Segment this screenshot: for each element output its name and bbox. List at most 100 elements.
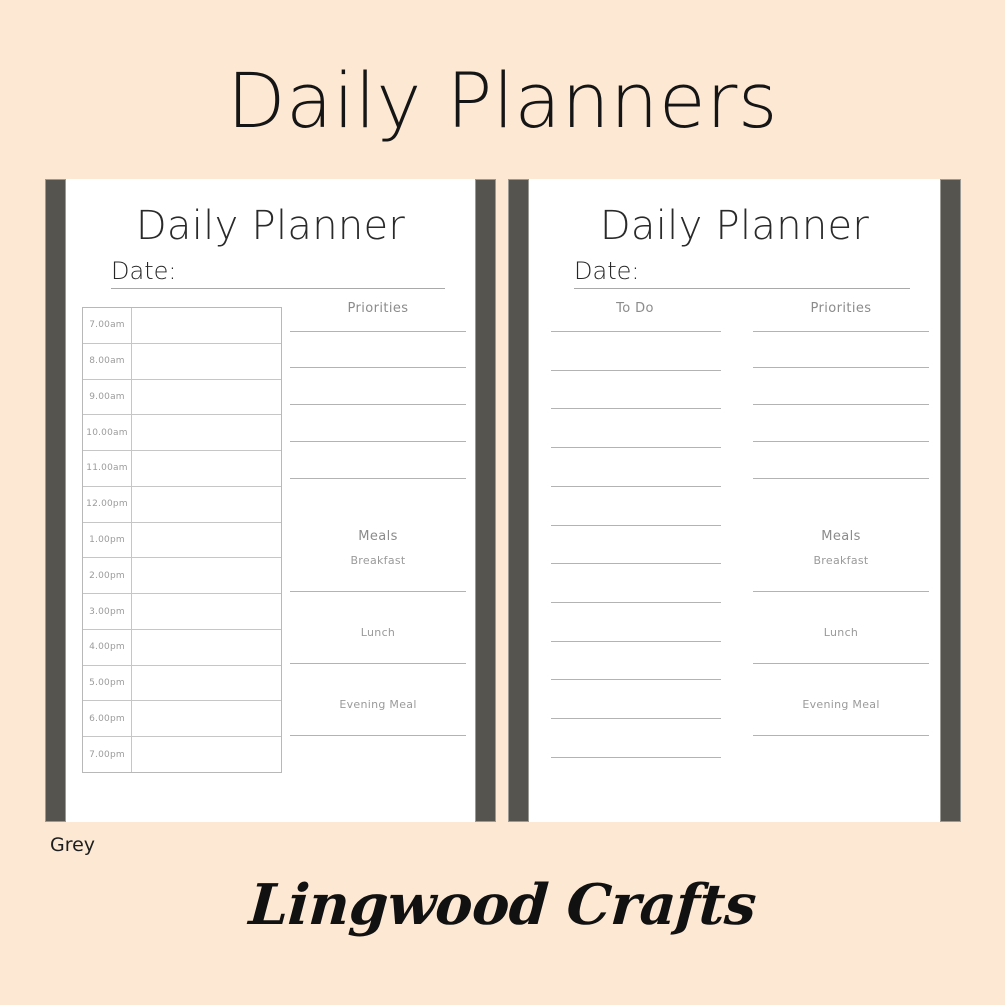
schedule-row: 7.00pm — [83, 737, 281, 772]
right-todo-line[interactable] — [551, 563, 721, 565]
schedule-time-label: 7.00pm — [83, 737, 132, 772]
left-meal-line-lunch[interactable] — [290, 663, 466, 664]
schedule-entry-cell[interactable] — [132, 737, 281, 772]
brand-logo: Lingwood Crafts — [246, 872, 759, 938]
left-meal-line-evening-meal[interactable] — [290, 735, 466, 736]
schedule-entry-cell[interactable] — [132, 380, 281, 415]
left-meals-heading: Meals — [358, 529, 398, 544]
right-todo-line[interactable] — [551, 679, 721, 681]
right-todo-line[interactable] — [551, 640, 721, 642]
right-meal-label-breakfast: Breakfast — [813, 554, 869, 567]
right-todo-line[interactable] — [551, 485, 721, 487]
left-priorities-line[interactable] — [290, 478, 466, 479]
right-meal-line-breakfast[interactable] — [753, 591, 929, 592]
page-title: Daily Planners — [227, 56, 778, 145]
schedule-row: 5.00pm — [83, 665, 281, 702]
schedule-time-label: 11.00am — [83, 451, 132, 486]
right-priorities-line[interactable] — [753, 441, 929, 442]
schedule-time-label: 9.00am — [83, 379, 132, 415]
right-date-line — [574, 288, 910, 289]
right-todo-line[interactable] — [551, 756, 721, 758]
right-priorities-line[interactable] — [753, 367, 929, 368]
schedule-entry-cell[interactable] — [132, 594, 281, 629]
schedule-row: 1.00pm — [83, 522, 281, 559]
schedule-row: 6.00pm — [83, 701, 281, 738]
schedule-row: 8.00am — [83, 343, 281, 380]
schedule-entry-cell[interactable] — [132, 701, 281, 736]
right-meals-heading: Meals — [821, 529, 861, 544]
left-date-line — [111, 288, 445, 289]
schedule-entry-cell[interactable] — [132, 415, 281, 450]
right-todo-line[interactable] — [551, 408, 721, 410]
right-todo-line[interactable] — [551, 718, 721, 719]
schedule-row: 11.00am — [83, 451, 281, 487]
right-page-content: Daily Planner Date: To Do Priorities Meals… — [529, 179, 940, 822]
right-priorities-heading: Priorities — [810, 301, 872, 316]
schedule-time-label: 5.00pm — [83, 665, 132, 701]
left-meal-label-breakfast: Breakfast — [350, 554, 406, 567]
schedule-table: 7.00am 8.00am 9.00am 10.00am 11.00am 12.00pm 1… — [82, 307, 282, 773]
left-date-field[interactable]: Date: — [111, 257, 445, 289]
left-meal-label-evening-meal: Evening Meal — [339, 698, 417, 711]
right-priorities-line[interactable] — [753, 478, 929, 479]
schedule-row: 7.00am — [83, 308, 281, 344]
schedule-time-label: 4.00pm — [83, 629, 132, 665]
right-page-spine-inner — [508, 179, 529, 822]
left-date-label: Date: — [111, 257, 177, 285]
schedule-row: 3.00pm — [83, 594, 281, 630]
left-planner-page: Daily Planner Date: 7.00am 8.00am 9.00am 10… — [66, 179, 475, 822]
schedule-time-label: 3.00pm — [83, 594, 132, 629]
right-priorities-line[interactable] — [753, 404, 929, 405]
schedule-time-label: 7.00am — [83, 308, 132, 343]
right-priorities-line[interactable] — [753, 331, 929, 332]
right-todo-line[interactable] — [551, 447, 721, 449]
left-priorities-line[interactable] — [290, 441, 466, 442]
left-priorities-line[interactable] — [290, 331, 466, 332]
color-variant-label: Grey — [50, 834, 96, 856]
left-page-spine-outer — [45, 179, 66, 822]
right-todo-heading: To Do — [616, 301, 654, 316]
right-date-label: Date: — [574, 257, 640, 285]
schedule-row: 9.00am — [83, 379, 281, 416]
left-page-spine-inner — [475, 179, 496, 822]
schedule-entry-cell[interactable] — [132, 344, 281, 379]
right-planner-title: Daily Planner — [599, 203, 870, 249]
schedule-time-label: 1.00pm — [83, 522, 132, 558]
schedule-entry-cell[interactable] — [132, 308, 281, 343]
schedule-entry-cell[interactable] — [132, 523, 281, 558]
right-planner-page-block: Daily Planner Date: To Do Priorities Meals… — [508, 179, 961, 822]
schedule-entry-cell[interactable] — [132, 558, 281, 593]
left-priorities-line[interactable] — [290, 367, 466, 368]
schedule-entry-cell[interactable] — [132, 451, 281, 486]
right-todo-line[interactable] — [551, 331, 721, 332]
right-meal-line-lunch[interactable] — [753, 663, 929, 664]
left-priorities-line[interactable] — [290, 404, 466, 405]
right-date-field[interactable]: Date: — [574, 257, 910, 289]
left-priorities-heading: Priorities — [347, 301, 409, 316]
schedule-time-label: 10.00am — [83, 415, 132, 451]
schedule-time-label: 2.00pm — [83, 558, 132, 594]
right-meal-label-evening-meal: Evening Meal — [802, 698, 880, 711]
schedule-entry-cell[interactable] — [132, 630, 281, 665]
right-planner-page: Daily Planner Date: To Do Priorities Meals… — [529, 179, 940, 822]
schedule-row: 12.00pm — [83, 486, 281, 523]
left-meal-label-lunch: Lunch — [360, 626, 396, 639]
left-meal-line-breakfast[interactable] — [290, 591, 466, 592]
left-planner-title: Daily Planner — [135, 203, 406, 249]
right-todo-line[interactable] — [551, 601, 721, 603]
schedule-row: 10.00am — [83, 415, 281, 452]
planner-spread: Daily Planner Date: 7.00am 8.00am 9.00am 10… — [45, 179, 961, 822]
schedule-row: 4.00pm — [83, 629, 281, 666]
daily-planner-product-image: { "header": { "title": "Daily Planners" … — [0, 0, 1005, 1005]
right-meal-line-evening-meal[interactable] — [753, 735, 929, 736]
left-page-content: Daily Planner Date: 7.00am 8.00am 9.00am 10… — [66, 179, 475, 822]
right-meal-label-lunch: Lunch — [823, 626, 859, 639]
schedule-time-label: 12.00pm — [83, 486, 132, 522]
schedule-entry-cell[interactable] — [132, 487, 281, 522]
right-todo-line[interactable] — [551, 369, 721, 371]
schedule-row: 2.00pm — [83, 558, 281, 595]
left-planner-page-block: Daily Planner Date: 7.00am 8.00am 9.00am 10… — [45, 179, 496, 822]
right-todo-line[interactable] — [551, 524, 721, 526]
schedule-entry-cell[interactable] — [132, 666, 281, 701]
schedule-time-label: 8.00am — [83, 343, 132, 379]
